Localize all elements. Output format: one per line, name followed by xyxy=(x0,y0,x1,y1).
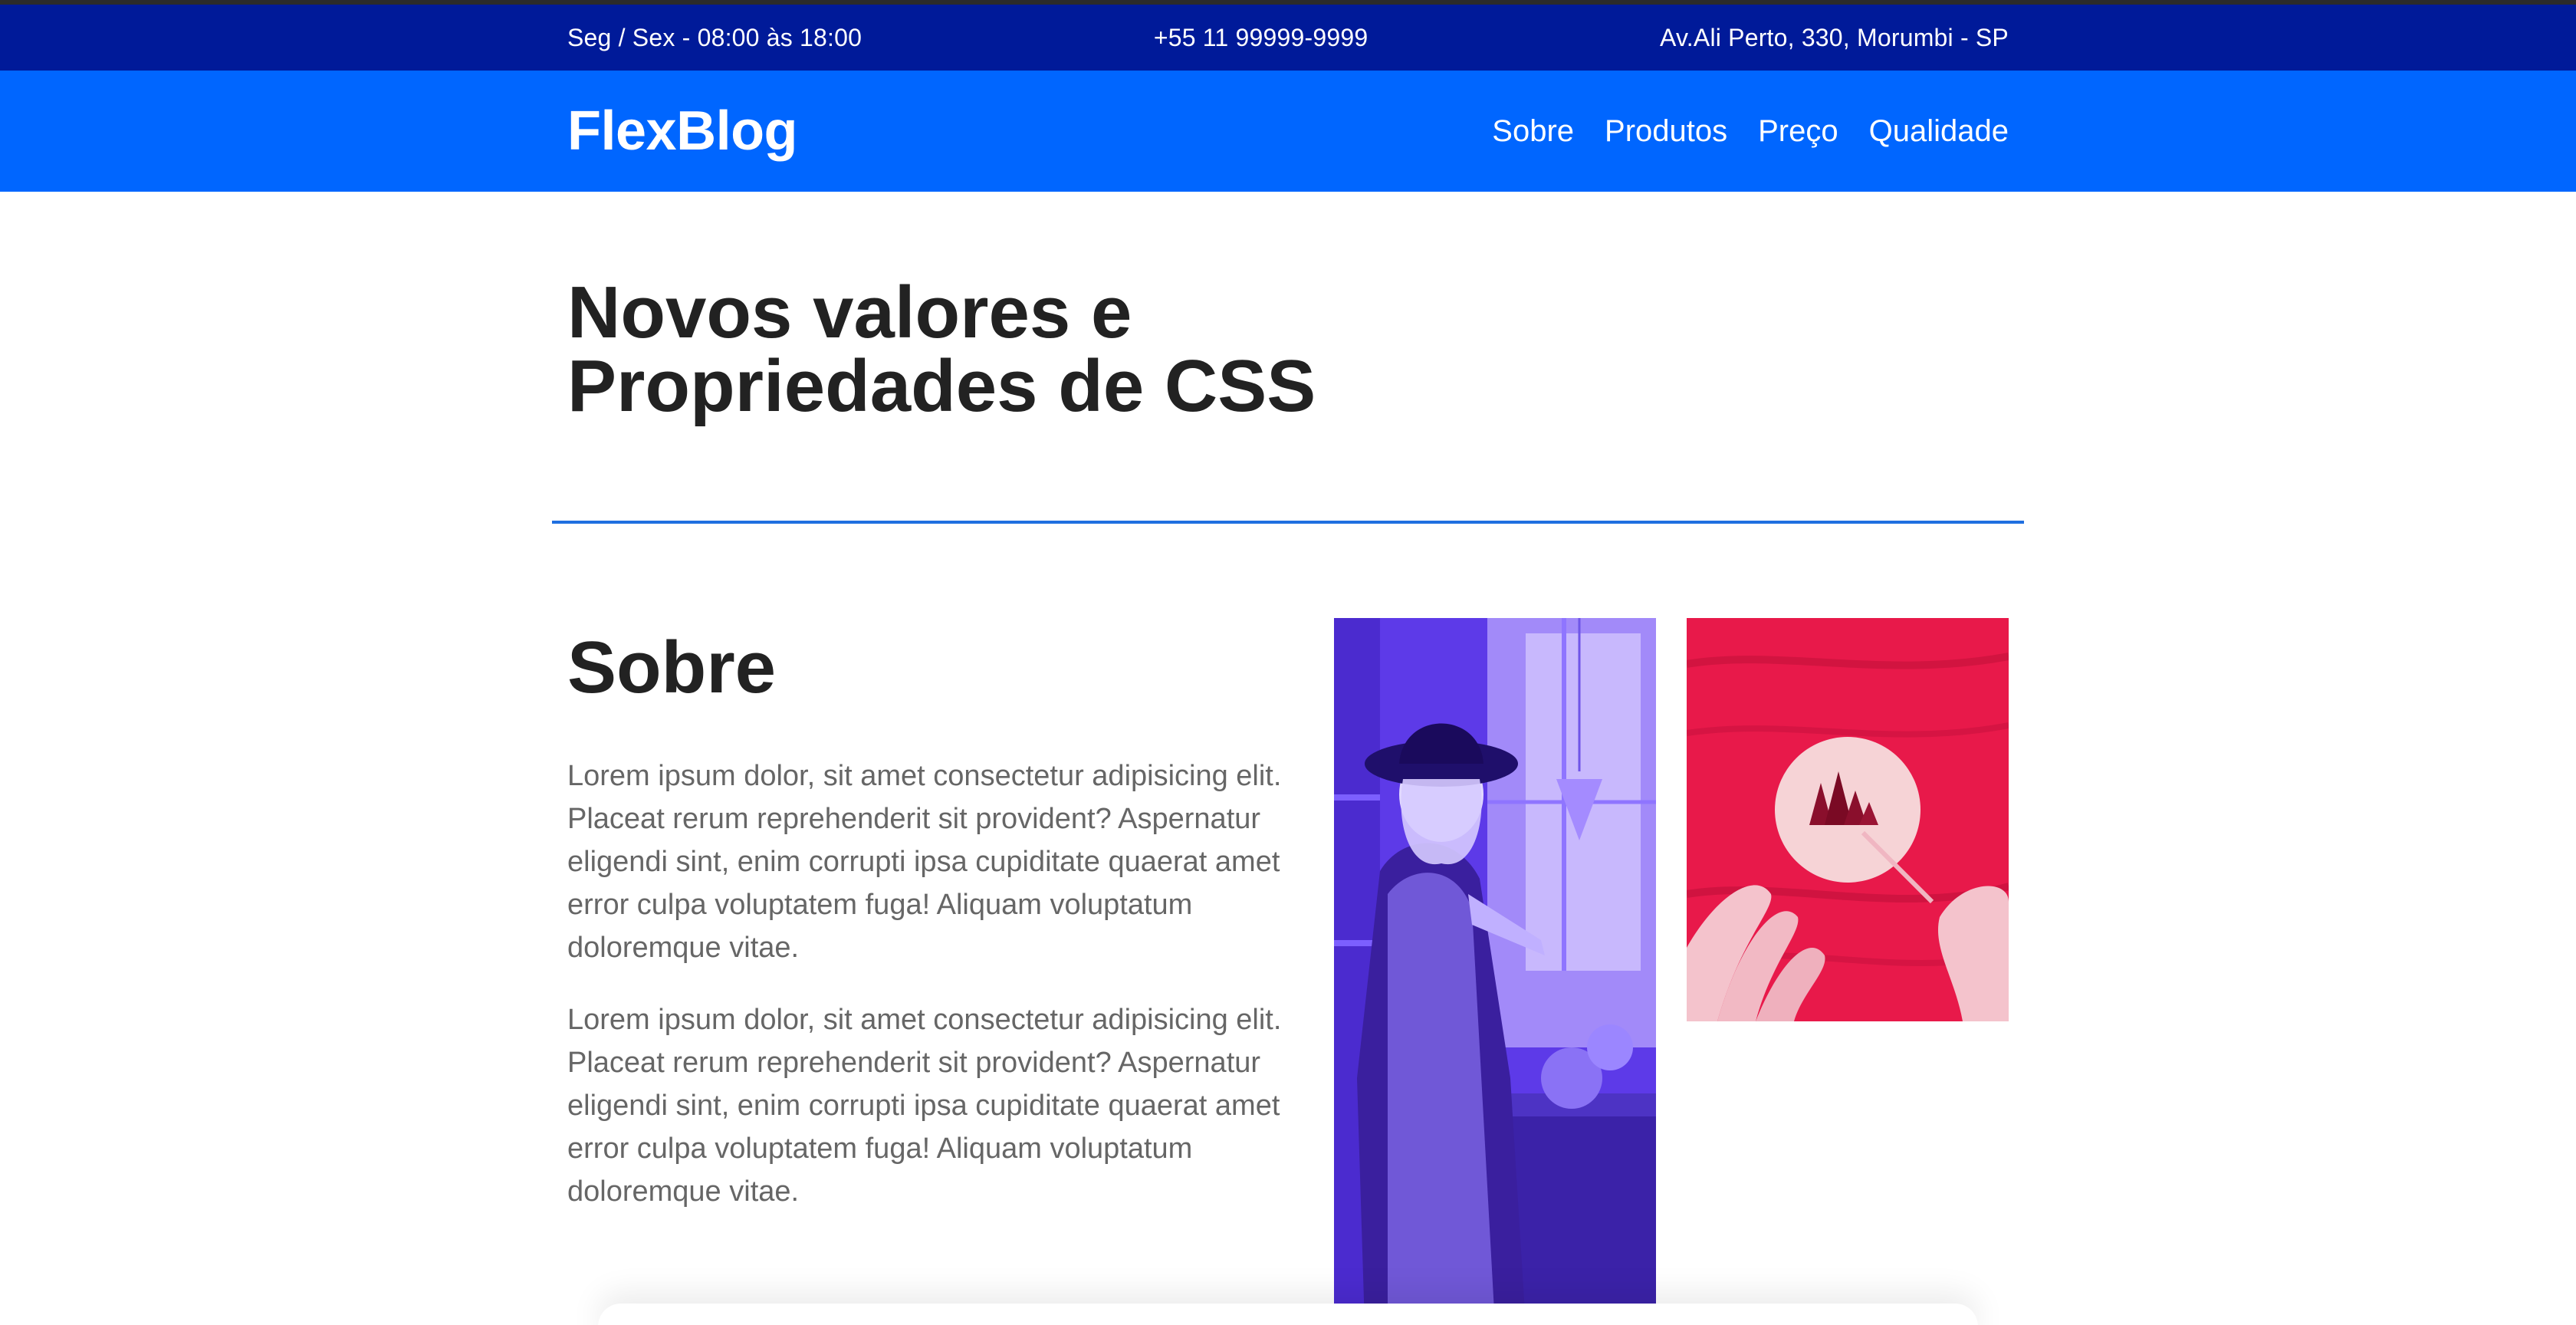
business-hours: Seg / Sex - 08:00 às 18:00 xyxy=(567,23,863,51)
section-divider xyxy=(552,521,2024,524)
painting-hands-photo xyxy=(1687,618,2009,1021)
main-nav: FlexBlog Sobre Produtos Preço Qualidade xyxy=(0,71,2576,192)
about-title: Sobre xyxy=(567,626,777,709)
site-logo[interactable]: FlexBlog xyxy=(567,100,798,163)
nav-links: Sobre Produtos Preço Qualidade xyxy=(1492,114,2009,149)
nav-content: FlexBlog Sobre Produtos Preço Qualidade xyxy=(567,71,2009,192)
page: Seg / Sex - 08:00 às 18:00 +55 11 99999-… xyxy=(0,0,2576,1325)
nav-link-sobre[interactable]: Sobre xyxy=(1492,114,1574,149)
about-paragraph-2: Lorem ipsum dolor, sit amet consectetur … xyxy=(567,1004,1282,1208)
nav-link-qualidade[interactable]: Qualidade xyxy=(1869,114,2009,149)
painting-hands-illustration xyxy=(1687,618,2009,1021)
nav-link-produtos[interactable]: Produtos xyxy=(1605,114,1727,149)
woman-photo xyxy=(1334,618,1656,1325)
about-paragraph-1: Lorem ipsum dolor, sit amet consectetur … xyxy=(567,760,1282,964)
phone-number[interactable]: +55 11 99999-9999 xyxy=(1154,24,1368,52)
woman-photo-illustration xyxy=(1334,618,1656,1325)
info-bar-content: Seg / Sex - 08:00 às 18:00 +55 11 99999-… xyxy=(567,5,2009,71)
content-card-edge xyxy=(598,1304,1978,1325)
address: Av.Ali Perto, 330, Morumbi - SP xyxy=(1660,23,2009,51)
hero-title-line-2: Propriedades de CSS xyxy=(567,345,1316,427)
hero-title: Novos valores e Propriedades de CSS xyxy=(567,276,1487,423)
nav-link-preco[interactable]: Preço xyxy=(1758,114,1838,149)
info-bar: Seg / Sex - 08:00 às 18:00 +55 11 99999-… xyxy=(0,5,2576,71)
hero-title-line-1: Novos valores e xyxy=(567,271,1132,353)
